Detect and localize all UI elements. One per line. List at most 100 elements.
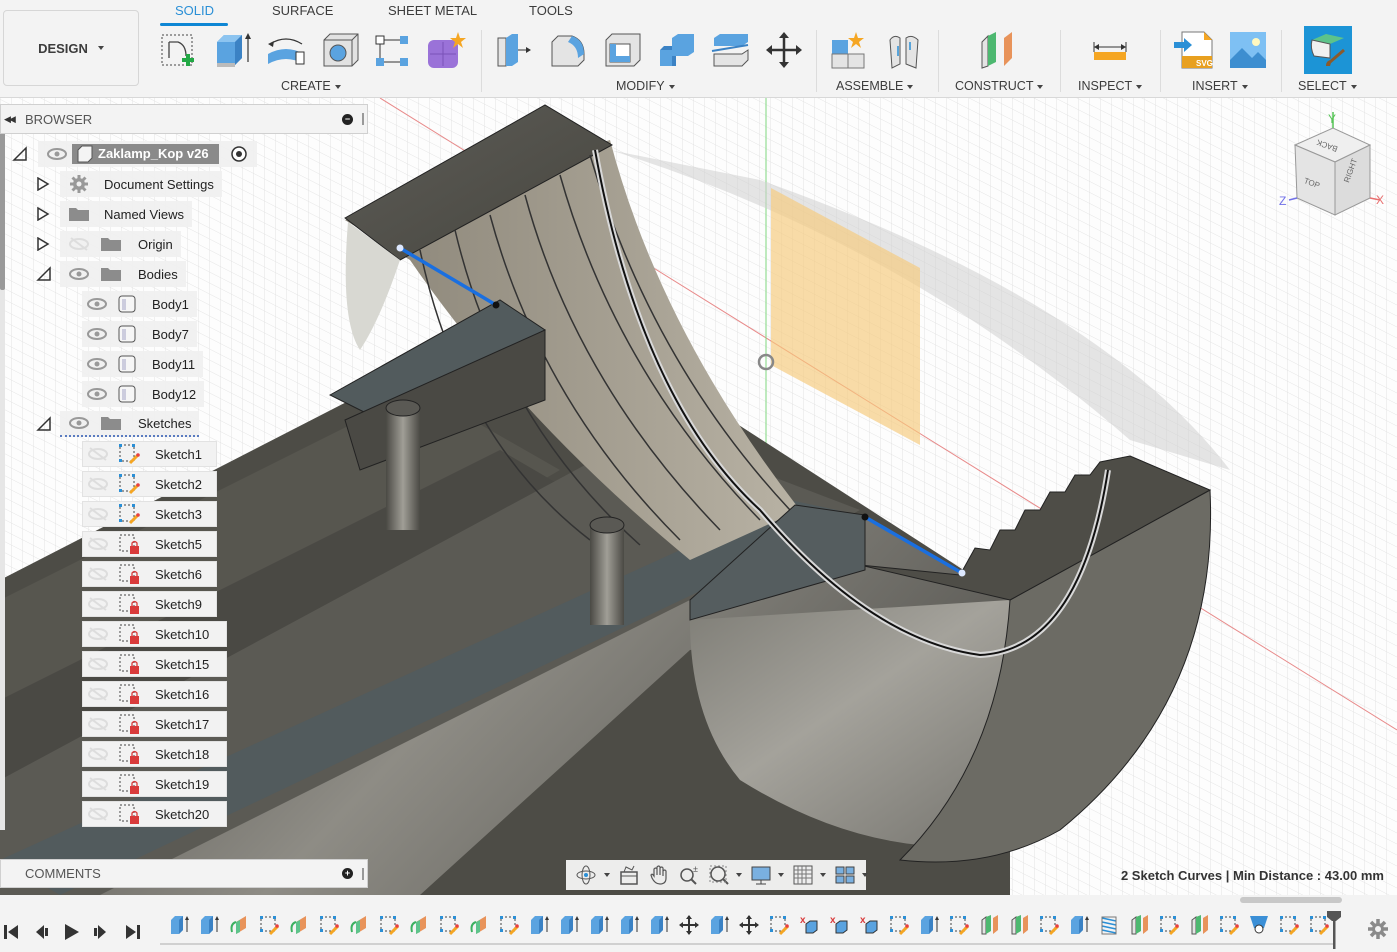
tree-item-body[interactable]: Body1: [82, 291, 197, 317]
tree-item-sketch[interactable]: Sketch1: [82, 441, 217, 467]
pan-button[interactable]: [646, 863, 672, 887]
collapse-panel-icon[interactable]: ◀◀: [4, 114, 16, 125]
offset-plane-button[interactable]: [978, 28, 1022, 72]
eye-icon[interactable]: [68, 267, 90, 281]
timeline-feature-plane-orange[interactable]: [1187, 912, 1211, 938]
tree-item-sketch[interactable]: Sketch5: [82, 531, 217, 557]
timeline-feature-sketch[interactable]: [1037, 912, 1061, 938]
viewports-button[interactable]: [832, 863, 870, 887]
tree-item-named-views[interactable]: Named Views: [36, 201, 192, 227]
create-menu[interactable]: CREATE: [281, 79, 341, 93]
eye-hidden-icon[interactable]: [87, 747, 109, 761]
timeline-feature-extrude[interactable]: [557, 912, 581, 938]
eye-hidden-icon[interactable]: [87, 807, 109, 821]
timeline-feature-extrude[interactable]: [527, 912, 551, 938]
extrude-button[interactable]: [210, 28, 254, 72]
workspace-switcher[interactable]: DESIGN: [3, 10, 139, 86]
inspect-menu[interactable]: INSPECT: [1078, 79, 1143, 93]
timeline-next-button[interactable]: [90, 921, 112, 943]
panel-grip-icon[interactable]: [362, 867, 364, 880]
eye-hidden-icon[interactable]: [68, 237, 90, 251]
hole-button[interactable]: [318, 28, 362, 72]
timeline-feature-sketch[interactable]: [767, 912, 791, 938]
eye-hidden-icon[interactable]: [87, 507, 109, 521]
move-copy-button[interactable]: [762, 28, 806, 72]
timeline-previous-button[interactable]: [30, 921, 52, 943]
tab-surface[interactable]: SURFACE: [272, 3, 333, 18]
eye-hidden-icon[interactable]: [87, 537, 109, 551]
tree-item-sketch[interactable]: Sketch10: [82, 621, 227, 647]
insert-svg-button[interactable]: SVG: [1172, 28, 1216, 72]
add-comment-icon[interactable]: +: [342, 868, 353, 879]
timeline-last-button[interactable]: [122, 921, 144, 943]
eye-icon[interactable]: [46, 147, 68, 161]
timeline-feature-extrude[interactable]: [1067, 912, 1091, 938]
tree-item-sketch[interactable]: Sketch17: [82, 711, 227, 737]
new-component-button[interactable]: [828, 28, 872, 72]
rectangular-pattern-button[interactable]: [370, 28, 414, 72]
activate-radio-icon[interactable]: [229, 144, 249, 164]
tree-item-sketch[interactable]: Sketch6: [82, 561, 217, 587]
pin-2[interactable]: [590, 525, 624, 625]
eye-icon[interactable]: [68, 416, 90, 430]
press-pull-button[interactable]: [492, 28, 536, 72]
collapse-triangle-icon[interactable]: [36, 266, 52, 282]
tab-tools[interactable]: TOOLS: [529, 3, 573, 18]
eye-hidden-icon[interactable]: [87, 717, 109, 731]
timeline-feature-plane-green[interactable]: [977, 912, 1001, 938]
tree-item-bodies[interactable]: Bodies: [36, 261, 186, 287]
collapse-triangle-icon[interactable]: [12, 146, 28, 162]
tree-item-sketch[interactable]: Sketch3: [82, 501, 217, 527]
display-settings-button[interactable]: [748, 863, 786, 887]
browser-root[interactable]: Zaklamp_Kop v26: [12, 141, 257, 167]
tree-item-sketch[interactable]: Sketch9: [82, 591, 217, 617]
eye-icon[interactable]: [86, 327, 108, 341]
timeline-feature-thread[interactable]: [1097, 912, 1121, 938]
timeline-feature-extrude[interactable]: [647, 912, 671, 938]
combine-button[interactable]: [654, 28, 698, 72]
timeline-feature-plane-green[interactable]: [1127, 912, 1151, 938]
timeline-feature-sketch[interactable]: [257, 912, 281, 938]
split-body-button[interactable]: [708, 28, 752, 72]
tree-item-sketches[interactable]: Sketches: [36, 411, 200, 437]
shell-button[interactable]: [600, 28, 644, 72]
timeline-feature-plane[interactable]: [287, 912, 311, 938]
tree-item-body[interactable]: Body7: [82, 321, 197, 347]
timeline-feature-delete[interactable]: x: [827, 912, 851, 938]
select-menu[interactable]: SELECT: [1298, 79, 1357, 93]
expand-triangle-icon[interactable]: [36, 237, 50, 251]
grid-settings-button[interactable]: [790, 863, 828, 887]
eye-hidden-icon[interactable]: [87, 447, 109, 461]
minimize-panel-icon[interactable]: −: [342, 113, 353, 125]
tree-item-body[interactable]: Body12: [82, 381, 205, 407]
timeline-feature-extrude[interactable]: [707, 912, 731, 938]
joint-button[interactable]: [882, 28, 926, 72]
timeline-feature-move[interactable]: [737, 912, 761, 938]
assemble-menu[interactable]: ASSEMBLE: [836, 79, 914, 93]
timeline-play-button[interactable]: [60, 921, 82, 943]
tree-item-sketch[interactable]: Sketch2: [82, 471, 217, 497]
select-button[interactable]: [1304, 26, 1352, 74]
tree-item-origin[interactable]: Origin: [36, 231, 181, 257]
expand-triangle-icon[interactable]: [36, 177, 50, 191]
timeline-feature-hole[interactable]: [1247, 912, 1271, 938]
eye-hidden-icon[interactable]: [87, 597, 109, 611]
timeline-feature-sketch[interactable]: [497, 912, 521, 938]
eye-icon[interactable]: [86, 297, 108, 311]
timeline-feature-plane[interactable]: [467, 912, 491, 938]
scrollbar-thumb[interactable]: [0, 130, 5, 290]
fit-button[interactable]: [706, 863, 744, 887]
eye-hidden-icon[interactable]: [87, 477, 109, 491]
timeline-feature-extrude[interactable]: [917, 912, 941, 938]
timeline-feature-sketch[interactable]: [1277, 912, 1301, 938]
timeline-feature-plane[interactable]: [407, 912, 431, 938]
eye-hidden-icon[interactable]: [87, 627, 109, 641]
create-sketch-button[interactable]: [156, 28, 200, 72]
timeline-feature-plane-orange[interactable]: [1007, 912, 1031, 938]
timeline-first-button[interactable]: [0, 921, 22, 943]
browser-scrollbar[interactable]: [0, 130, 5, 830]
tab-solid[interactable]: SOLID: [175, 3, 214, 18]
look-at-button[interactable]: [616, 863, 642, 887]
tree-item-sketch[interactable]: Sketch15: [82, 651, 227, 677]
timeline-feature-delete[interactable]: x: [857, 912, 881, 938]
